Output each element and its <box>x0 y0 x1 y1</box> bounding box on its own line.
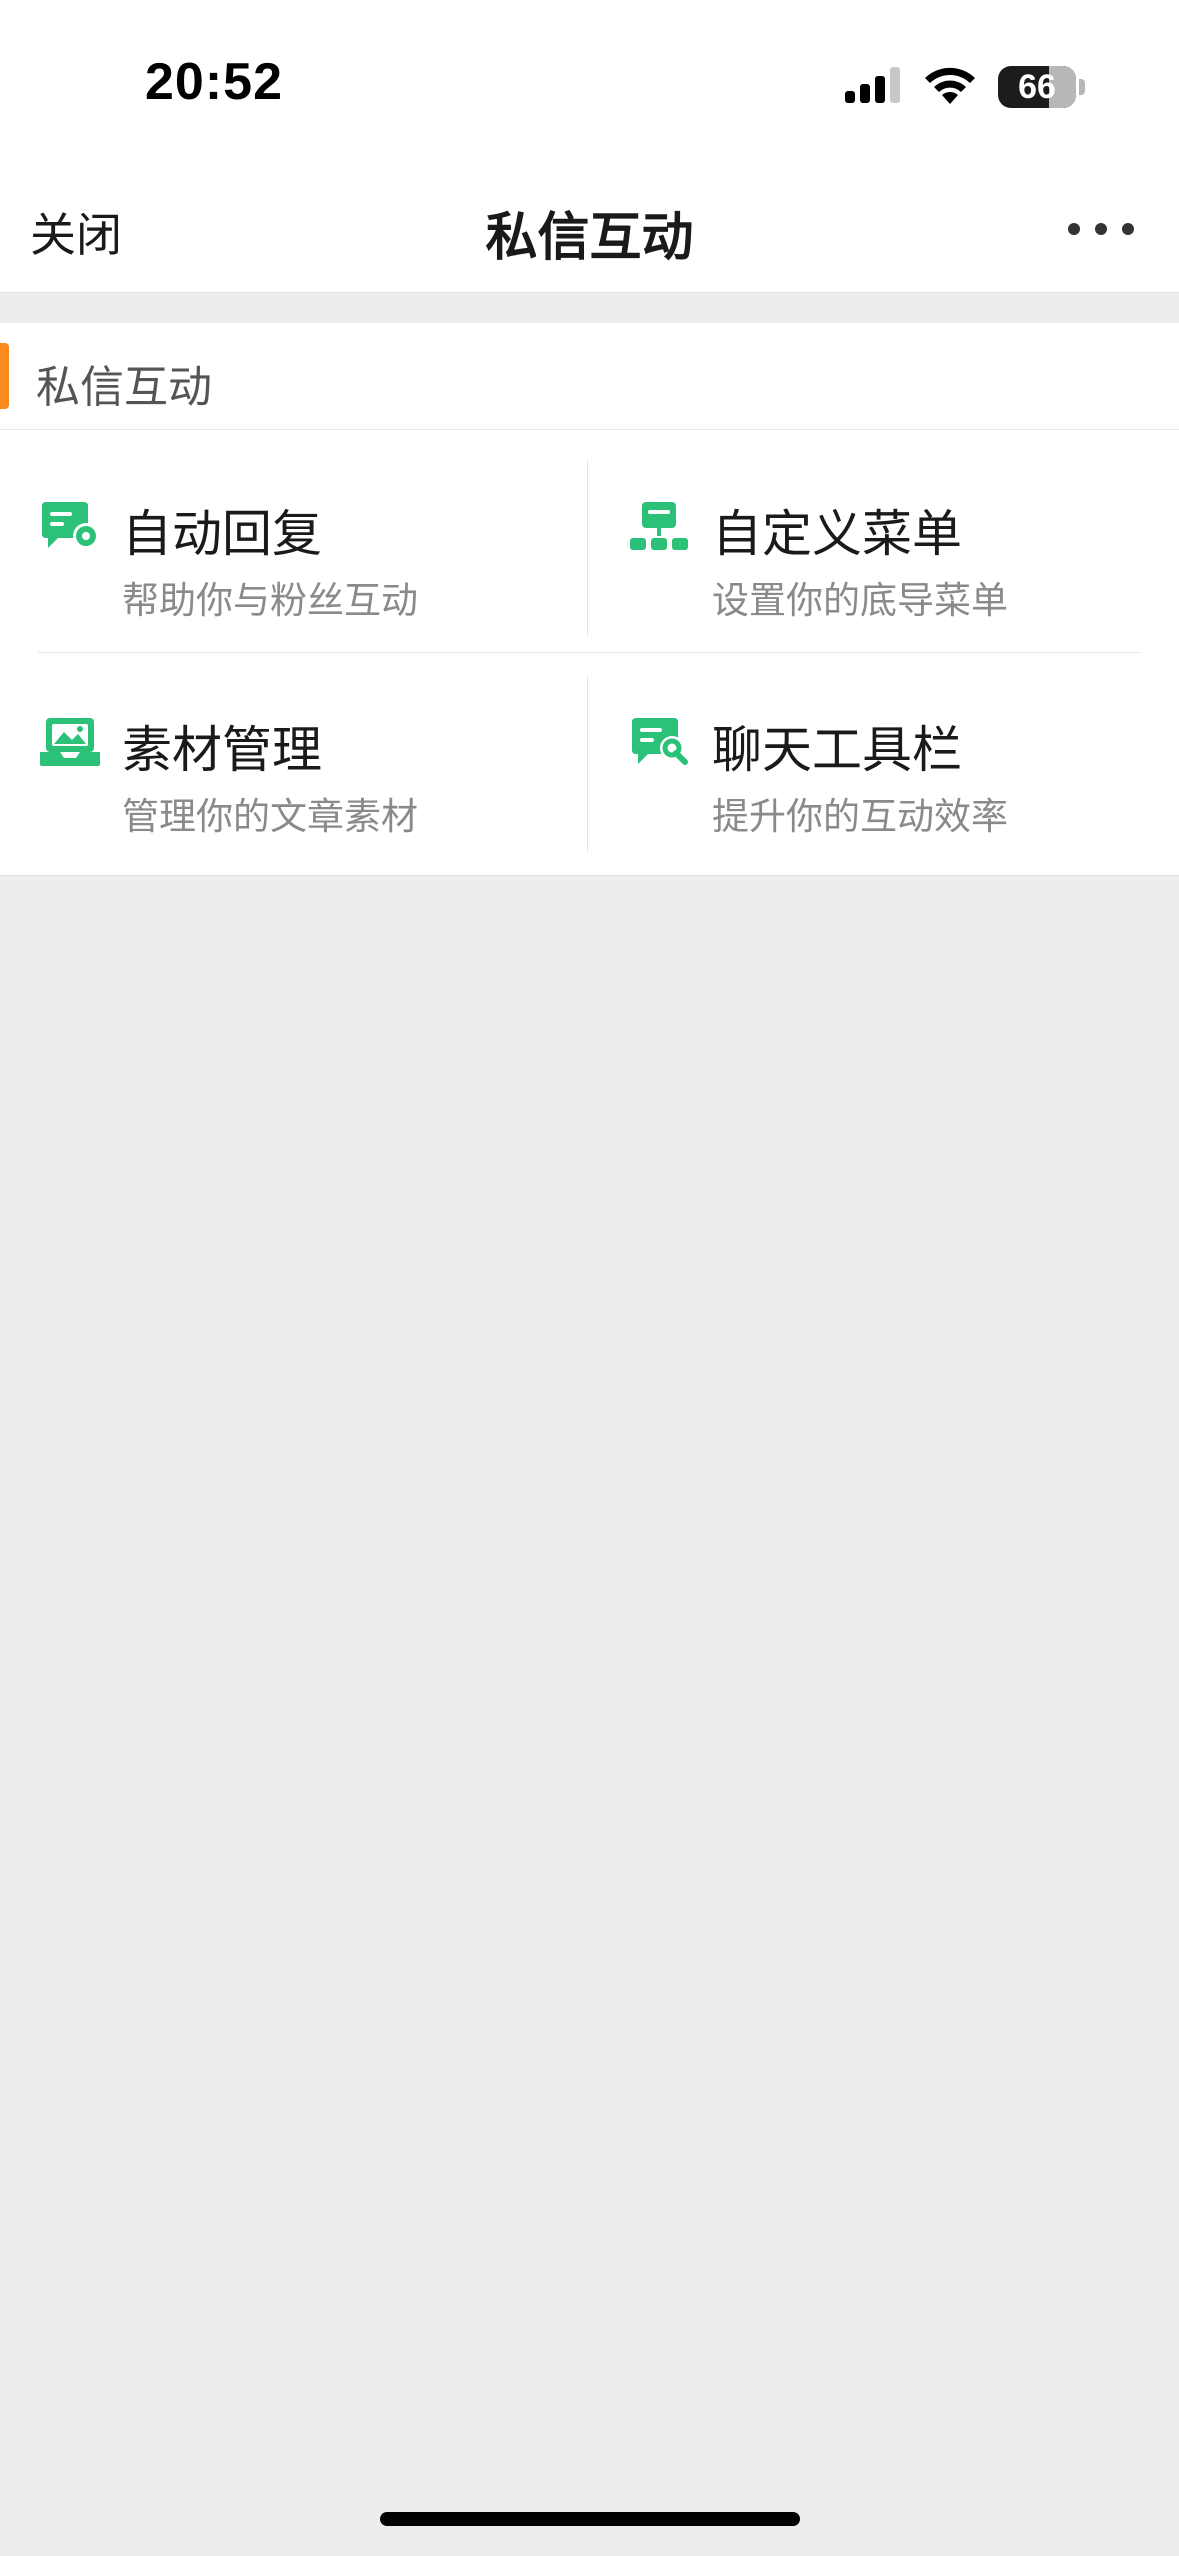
tile-title: 自动回复 <box>122 505 322 563</box>
custom-menu-icon <box>630 502 688 550</box>
cellular-signal-icon <box>845 67 900 103</box>
more-dots-icon[interactable] <box>1066 219 1136 239</box>
section-accent-bar <box>0 343 9 409</box>
page: 20:52 66 关闭 私信互动 私信互动 自动回复 帮助你与粉丝互动 自定义菜… <box>0 0 1179 2556</box>
grid-divider <box>38 652 1140 653</box>
feature-grid: 自动回复 帮助你与粉丝互动 自定义菜单 设置你的底导菜单 素材管理 管理你的文章… <box>0 430 1179 876</box>
section-title: 私信互动 <box>36 362 212 413</box>
auto-reply-icon <box>42 502 99 549</box>
material-icon <box>40 718 100 766</box>
battery-icon: 66 <box>998 66 1076 108</box>
page-title: 私信互动 <box>485 208 694 268</box>
home-indicator[interactable] <box>380 2512 800 2526</box>
wifi-icon <box>925 67 975 104</box>
tile-auto-reply[interactable]: 自动回复 帮助你与粉丝互动 <box>40 444 600 634</box>
battery-cap <box>1079 79 1085 95</box>
tile-subtitle: 帮助你与粉丝互动 <box>122 579 418 622</box>
tile-chat-toolbar[interactable]: 聊天工具栏 提升你的互动效率 <box>630 660 1179 850</box>
tile-title: 自定义菜单 <box>712 505 962 563</box>
nav-bar: 关闭 私信互动 <box>0 165 1179 293</box>
tile-subtitle: 管理你的文章素材 <box>122 795 418 838</box>
tile-title: 聊天工具栏 <box>712 721 962 779</box>
tile-title: 素材管理 <box>122 721 322 779</box>
section-header: 私信互动 <box>0 323 1179 430</box>
battery-percent: 66 <box>1018 67 1056 106</box>
tile-subtitle: 设置你的底导菜单 <box>712 579 1008 622</box>
tile-custom-menu[interactable]: 自定义菜单 设置你的底导菜单 <box>630 444 1179 634</box>
status-time: 20:52 <box>145 53 283 111</box>
status-bar: 20:52 66 <box>0 0 1179 165</box>
tile-material-management[interactable]: 素材管理 管理你的文章素材 <box>40 660 600 850</box>
tile-subtitle: 提升你的互动效率 <box>712 795 1008 838</box>
chat-toolbar-icon <box>632 718 688 765</box>
